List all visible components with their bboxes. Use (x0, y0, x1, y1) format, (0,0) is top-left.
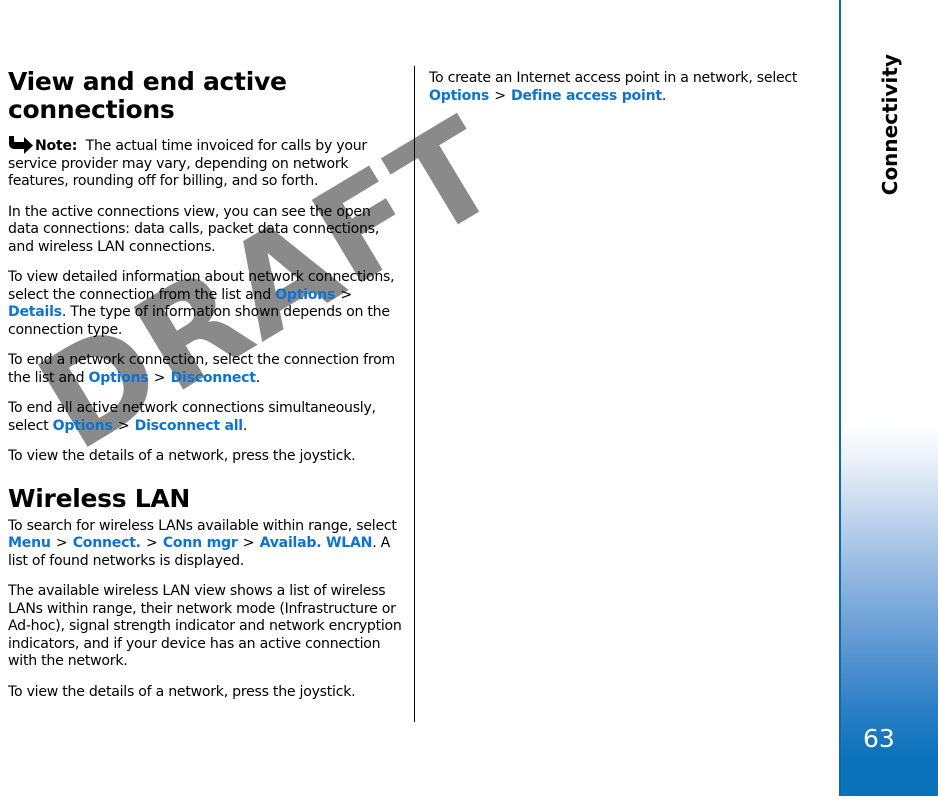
section-title-wireless-lan: Wireless LAN (8, 483, 191, 513)
chapter-sidebar: Connectivity 63 (839, 0, 938, 796)
path-separator: > (153, 369, 166, 386)
text-run: . (255, 369, 260, 386)
link-details[interactable]: Details (8, 304, 62, 320)
link-connect[interactable]: Connect. (73, 535, 141, 551)
text-run: To search for wireless LANs available wi… (8, 517, 397, 534)
link-options[interactable]: Options (275, 287, 335, 303)
paragraph-search-wireless-lans: To search for wireless LANs available wi… (8, 518, 404, 571)
link-options[interactable]: Options (89, 370, 149, 386)
document-page: DRAFT View and end active connections No… (0, 0, 938, 803)
path-separator: > (146, 535, 158, 551)
text-run: . The type of information shown depends … (8, 304, 390, 338)
paragraph-end-network-connection: To end a network connection, select the … (8, 352, 404, 387)
note-label: Note: (35, 138, 78, 154)
page-number: 63 (863, 724, 895, 753)
chapter-label: Connectivity (841, 0, 938, 250)
link-disconnect[interactable]: Disconnect (171, 370, 256, 386)
page-title: View and end active connections (8, 67, 287, 124)
text-run: . (661, 87, 667, 104)
paragraph-view-details-joystick-2: To view the details of a network, press … (8, 683, 356, 700)
path-separator: > (494, 87, 506, 104)
link-options[interactable]: Options (53, 418, 113, 434)
text-run: To view detailed information about netwo… (8, 269, 395, 303)
link-availab-wlan[interactable]: Availab. WLAN (260, 535, 373, 551)
chapter-label-text: Connectivity (877, 54, 902, 196)
paragraph-view-details-joystick: To view the details of a network, press … (8, 448, 356, 464)
note-paragraph: Note: The actual time invoiced for calls… (8, 135, 404, 191)
link-define-access-point[interactable]: Define access point (511, 88, 662, 104)
path-separator: > (242, 535, 255, 551)
note-arrow-icon (8, 136, 34, 155)
link-options[interactable]: Options (429, 88, 489, 104)
paragraph-create-internet-access-point: To create an Internet access point in a … (429, 70, 811, 105)
left-text-column: View and end active connections Note: Th… (8, 68, 404, 701)
link-disconnect-all[interactable]: Disconnect all (135, 418, 244, 434)
column-divider (414, 66, 415, 722)
text-run: . (242, 417, 248, 434)
right-text-column: To create an Internet access point in a … (429, 70, 811, 105)
paragraph-end-all-connections: To end all active network connections si… (8, 400, 404, 435)
path-separator: > (55, 535, 68, 551)
path-separator: > (340, 286, 352, 303)
text-run: To create an Internet access point in a … (429, 70, 798, 86)
link-conn-mgr[interactable]: Conn mgr (163, 535, 238, 551)
paragraph-available-wlan-view: The available wireless LAN view shows a … (8, 583, 402, 669)
link-menu[interactable]: Menu (8, 535, 51, 551)
paragraph-view-detailed-information: To view detailed information about netwo… (8, 269, 404, 339)
path-separator: > (117, 417, 130, 434)
paragraph-active-connections-view: In the active connections view, you can … (8, 203, 380, 255)
